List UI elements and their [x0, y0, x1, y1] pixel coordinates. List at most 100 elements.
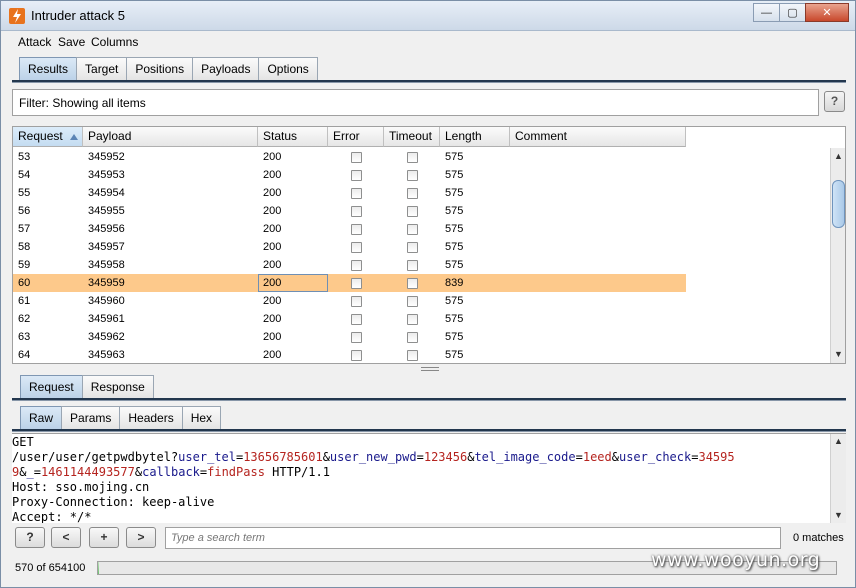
request-raw-editor[interactable]: GET /user/user/getpwdbytel?user_tel=1365… [12, 433, 846, 523]
tab-hex[interactable]: Hex [181, 406, 222, 429]
menu-attack[interactable]: Attack [18, 35, 51, 49]
menu-save[interactable]: Save [58, 35, 85, 49]
search-input[interactable] [165, 527, 781, 549]
request-text: & [611, 450, 619, 464]
search-add-button[interactable]: + [89, 527, 119, 548]
menu-bar: Attack Save Columns [1, 31, 855, 53]
editor-scrollbar[interactable]: ▲ ▼ [830, 434, 846, 523]
cell-length: 575 [445, 151, 464, 163]
table-scroll-thumb[interactable] [832, 180, 845, 228]
col-comment[interactable]: Comment [510, 127, 686, 147]
tab-response[interactable]: Response [81, 375, 154, 398]
error-checkbox [350, 151, 362, 163]
col-length[interactable]: Length [440, 127, 510, 147]
timeout-checkbox [406, 169, 418, 181]
cell-timeout [384, 202, 440, 220]
table-row[interactable]: 59 345958 200 575 [13, 256, 686, 274]
table-row[interactable]: 57 345956 200 575 [13, 220, 686, 238]
tab-payloads[interactable]: Payloads [192, 57, 260, 80]
request-text: /user/user/getpwdbytel? [12, 450, 179, 464]
view-tabs: Raw Params Headers Hex [20, 406, 222, 429]
param-value: 1eed [582, 450, 612, 464]
cell-comment [510, 166, 686, 184]
table-row[interactable]: 63 345962 200 575 [13, 328, 686, 346]
cell-payload: 345961 [88, 313, 125, 325]
cell-timeout [384, 328, 440, 346]
table-header: Request Payload Status Error Timeout Len… [13, 127, 686, 147]
cell-timeout [384, 184, 440, 202]
detail-tabs: Request Response [20, 375, 154, 398]
request-text: & [134, 465, 143, 479]
error-checkbox [350, 259, 362, 271]
cell-request: 53 [18, 151, 31, 163]
search-prev-button[interactable]: < [51, 527, 81, 548]
request-text: = [575, 450, 583, 464]
timeout-checkbox [406, 331, 418, 343]
col-error[interactable]: Error [328, 127, 384, 147]
cell-comment [510, 202, 686, 220]
table-row[interactable]: 64 345963 200 575 [13, 346, 686, 363]
results-table: Request Payload Status Error Timeout Len… [12, 126, 846, 364]
editor-scroll-down-icon[interactable]: ▼ [833, 510, 844, 521]
table-row[interactable]: 54 345953 200 575 [13, 166, 686, 184]
close-button[interactable]: ✕ [805, 3, 849, 22]
tab-target[interactable]: Target [76, 57, 128, 80]
menu-columns[interactable]: Columns [91, 35, 138, 49]
cell-timeout [384, 292, 440, 310]
tab-params[interactable]: Params [61, 406, 121, 429]
window-title: Intruder attack 5 [31, 8, 125, 23]
filter-bar[interactable]: Filter: Showing all items [12, 89, 819, 116]
col-timeout[interactable]: Timeout [384, 127, 440, 147]
search-help-button[interactable]: ? [15, 527, 45, 548]
tab-headers[interactable]: Headers [119, 406, 183, 429]
tab-raw[interactable]: Raw [20, 406, 63, 429]
table-scrollbar[interactable]: ▲ ▼ [830, 148, 845, 363]
intruder-window: Intruder attack 5 — ▢ ✕ Attack Save Colu… [0, 0, 856, 588]
param-value: 1461144493577 [40, 465, 135, 479]
error-checkbox [350, 313, 362, 325]
cell-comment [510, 184, 686, 202]
error-checkbox [350, 331, 362, 343]
tab-request[interactable]: Request [20, 375, 83, 398]
minimize-button[interactable]: — [753, 3, 780, 22]
scroll-down-icon[interactable]: ▼ [833, 349, 844, 360]
error-checkbox [350, 295, 362, 307]
pane-splitter-handle[interactable] [421, 367, 439, 371]
timeout-checkbox [406, 349, 418, 361]
table-row[interactable]: 62 345961 200 575 [13, 310, 686, 328]
error-checkbox [350, 349, 362, 361]
scroll-up-icon[interactable]: ▲ [833, 151, 844, 162]
tab-results[interactable]: Results [19, 57, 78, 80]
timeout-checkbox [406, 277, 418, 289]
maximize-button[interactable]: ▢ [779, 3, 806, 22]
cell-request: 57 [18, 223, 31, 235]
cell-payload: 345959 [88, 277, 125, 289]
cell-request: 58 [18, 241, 31, 253]
tab-options[interactable]: Options [258, 57, 318, 80]
table-row[interactable]: 61 345960 200 575 [13, 292, 686, 310]
table-row[interactable]: 55 345954 200 575 [13, 184, 686, 202]
cell-error [328, 328, 384, 346]
editor-scroll-up-icon[interactable]: ▲ [833, 436, 844, 447]
error-checkbox [350, 169, 362, 181]
col-status[interactable]: Status [258, 127, 328, 147]
col-payload[interactable]: Payload [83, 127, 258, 147]
cell-comment [510, 220, 686, 238]
cell-status: 200 [263, 169, 282, 181]
cell-error [328, 256, 384, 274]
cell-error [328, 274, 384, 292]
table-row[interactable]: 56 345955 200 575 [13, 202, 686, 220]
filter-help-button[interactable]: ? [824, 91, 845, 112]
col-request[interactable]: Request [13, 127, 83, 147]
request-text: HTTP/1.1 [264, 465, 330, 479]
table-row[interactable]: 53 345952 200 575 [13, 148, 686, 166]
tab-positions[interactable]: Positions [126, 57, 194, 80]
table-row[interactable]: 60 345959 200 839 [13, 274, 686, 292]
search-next-button[interactable]: > [126, 527, 156, 548]
table-row[interactable]: 58 345957 200 575 [13, 238, 686, 256]
cell-payload: 345956 [88, 223, 125, 235]
cell-error [328, 292, 384, 310]
error-checkbox [350, 223, 362, 235]
cell-payload: 345953 [88, 169, 125, 181]
watermark: www.wooyun.org [651, 549, 821, 571]
